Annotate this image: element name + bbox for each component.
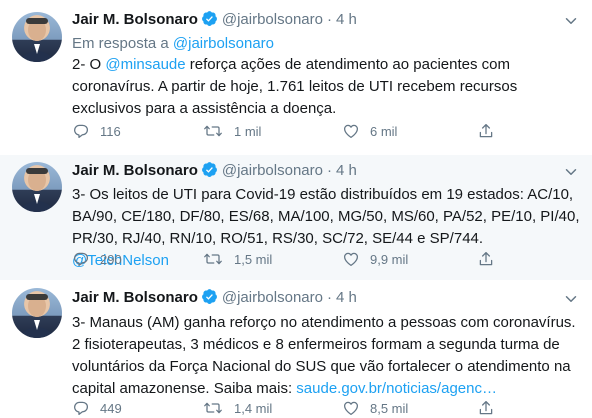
reply-icon — [73, 252, 89, 267]
avatar[interactable] — [12, 288, 62, 338]
reply-button[interactable]: 116 — [72, 121, 121, 141]
retweet-icon — [204, 253, 222, 265]
reply-prefix: Em resposta a — [72, 35, 173, 52]
chevron-down-icon[interactable] — [562, 290, 580, 308]
tweet-text-part: 2- O — [72, 56, 106, 73]
share-icon — [479, 400, 493, 415]
author-handle[interactable]: @jairbolsonaro — [222, 11, 323, 28]
tweet-text: 3- Manaus (AM) ganha reforço no atendime… — [72, 312, 582, 400]
verified-badge-icon — [201, 288, 218, 311]
avatar[interactable] — [12, 162, 62, 212]
reply-context: Em resposta a @jairbolsonaro — [72, 34, 274, 54]
like-button[interactable]: 9,9 mil — [342, 249, 408, 269]
tweet-actions: 116 1 mil 6 mil — [72, 121, 493, 141]
retweet-count: 1,4 mil — [234, 400, 273, 416]
reply-icon — [73, 401, 89, 416]
retweet-button[interactable]: 1,4 mil — [202, 398, 272, 418]
reply-count: 116 — [100, 123, 121, 139]
separator-dot: · — [326, 162, 332, 179]
tweet-text-part: 3- Os leitos de UTI para Covid-19 estão … — [72, 186, 580, 247]
share-button[interactable] — [477, 398, 505, 418]
separator-dot: · — [326, 289, 332, 306]
mention-link[interactable]: @minsaude — [105, 56, 185, 73]
tweet-time[interactable]: 4 h — [336, 162, 357, 179]
tweet-time[interactable]: 4 h — [336, 289, 357, 306]
retweet-count: 1 mil — [234, 123, 262, 139]
avatar[interactable] — [12, 12, 62, 62]
like-count: 9,9 mil — [370, 251, 409, 267]
chevron-down-icon[interactable] — [562, 12, 580, 30]
like-button[interactable]: 6 mil — [342, 121, 397, 141]
retweet-icon — [204, 125, 222, 137]
like-button[interactable]: 8,5 mil — [342, 398, 408, 418]
reply-button[interactable]: 449 — [72, 398, 122, 418]
verified-badge-icon — [201, 161, 218, 184]
retweet-button[interactable]: 1,5 mil — [202, 249, 272, 269]
retweet-icon — [204, 402, 222, 414]
tweet-header: Jair M. Bolsonaro @jairbolsonaro · 4 h — [72, 10, 357, 30]
retweet-button[interactable]: 1 mil — [202, 121, 261, 141]
tweet-1[interactable]: Jair M. Bolsonaro @jairbolsonaro · 4 h Em r… — [0, 0, 592, 155]
like-count: 8,5 mil — [370, 400, 409, 416]
tweet-header: Jair M. Bolsonaro @jairbolsonaro · 4 h — [72, 161, 357, 181]
like-icon — [343, 401, 359, 416]
reply-handle-link[interactable]: @jairbolsonaro — [173, 35, 274, 52]
author-name[interactable]: Jair M. Bolsonaro — [72, 289, 198, 306]
tweet-header: Jair M. Bolsonaro @jairbolsonaro · 4 h — [72, 288, 357, 308]
tweet-3[interactable]: Jair M. Bolsonaro @jairbolsonaro · 4 h 3- M… — [0, 280, 592, 416]
external-link[interactable]: saude.gov.br/noticias/agenc… — [296, 380, 497, 397]
author-name[interactable]: Jair M. Bolsonaro — [72, 162, 198, 179]
reply-count: 290 — [100, 251, 122, 267]
chevron-down-icon[interactable] — [562, 163, 580, 181]
tweet-2[interactable]: Jair M. Bolsonaro @jairbolsonaro · 4 h 3- O… — [0, 155, 592, 280]
reply-count: 449 — [100, 400, 122, 416]
share-icon — [479, 123, 493, 138]
share-button[interactable] — [477, 249, 505, 269]
author-handle[interactable]: @jairbolsonaro — [222, 289, 323, 306]
tweet-text: 2- O @minsaude reforça ações de atendime… — [72, 54, 582, 120]
tweet-actions: 449 1,4 mil 8,5 mil — [72, 398, 493, 418]
author-name[interactable]: Jair M. Bolsonaro — [72, 11, 198, 28]
reply-button[interactable]: 290 — [72, 249, 122, 269]
like-icon — [343, 252, 359, 267]
tweet-actions: 290 1,5 mil 9,9 mil — [72, 249, 493, 269]
reply-icon — [73, 124, 89, 139]
share-button[interactable] — [477, 121, 505, 141]
tweet-time[interactable]: 4 h — [336, 11, 357, 28]
like-count: 6 mil — [370, 123, 398, 139]
share-icon — [479, 251, 493, 266]
author-handle[interactable]: @jairbolsonaro — [222, 162, 323, 179]
verified-badge-icon — [201, 10, 218, 33]
retweet-count: 1,5 mil — [234, 251, 273, 267]
like-icon — [343, 124, 359, 139]
separator-dot: · — [326, 11, 332, 28]
